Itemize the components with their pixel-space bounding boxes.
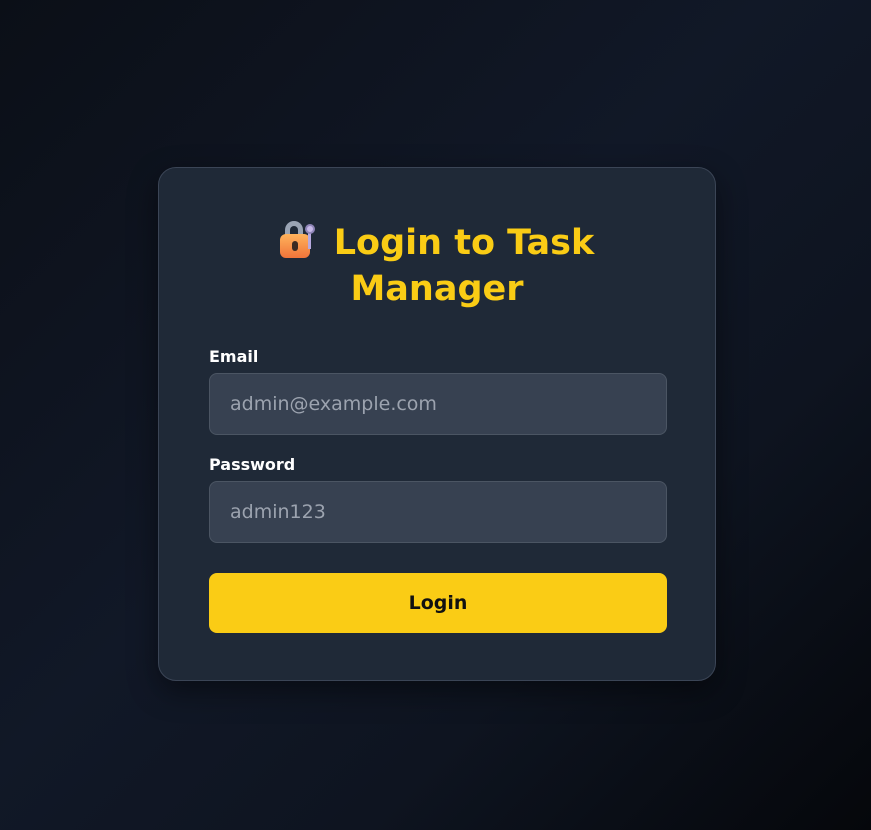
lock-with-key-icon [279,220,320,258]
login-button[interactable]: Login [209,573,667,633]
login-card: Login to Task Manager Email Password Log… [158,167,716,681]
login-title: Login to Task Manager [333,223,595,309]
password-label: Password [209,455,296,474]
login-heading: Login to Task Manager [209,220,665,312]
password-field[interactable] [209,481,667,543]
email-label: Email [209,347,259,366]
login-form: Email Password Login [209,347,667,633]
email-field[interactable] [209,373,667,435]
